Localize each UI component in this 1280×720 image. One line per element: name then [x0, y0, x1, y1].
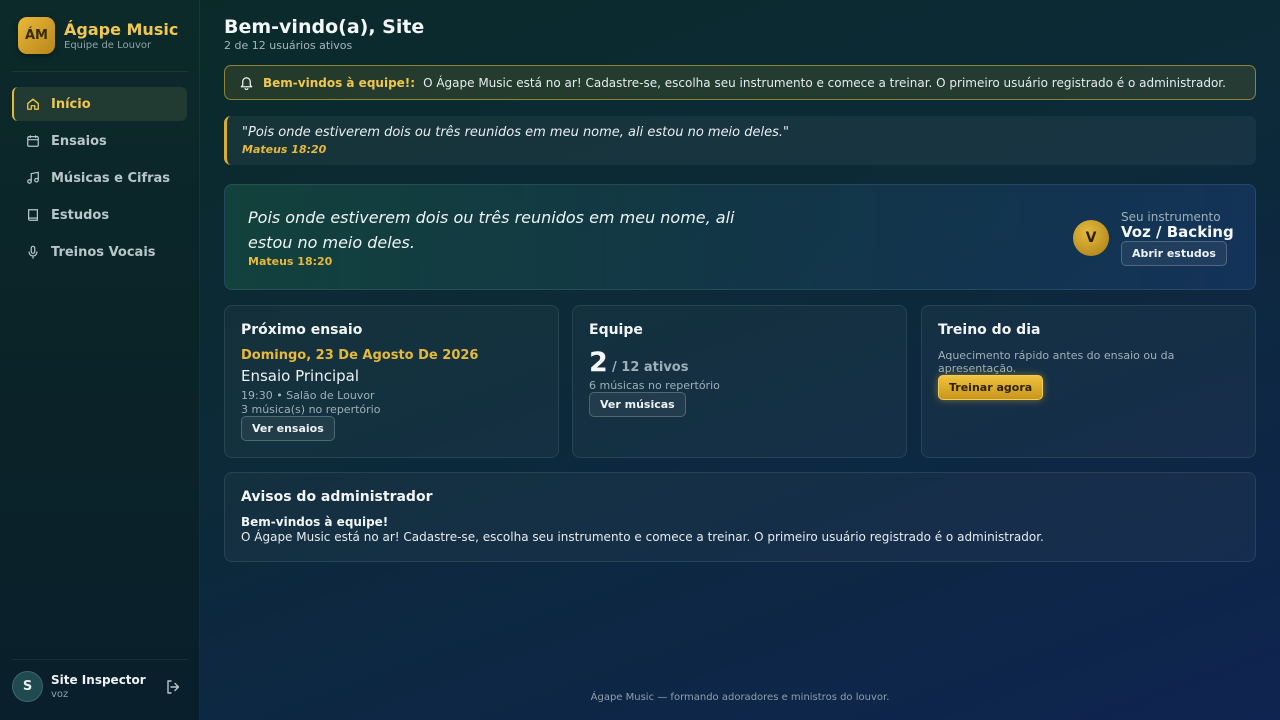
- footer: Ágape Music — formando adoradores e mini…: [590, 692, 890, 703]
- hero-verse-reference: Mateus 18:20: [248, 255, 333, 268]
- sidebar-nav: Início Ensaios Músicas e Cifras Estudos …: [12, 87, 187, 272]
- sidebar-item-label: Músicas e Cifras: [51, 170, 171, 186]
- page-title: Bem-vindo(a), Site: [224, 16, 425, 38]
- page-subtitle: 2 de 12 usuários ativos: [224, 39, 353, 52]
- user-profile: S Site Inspector voz: [12, 671, 188, 702]
- rehearsal-name: Ensaio Principal: [241, 367, 360, 385]
- view-rehearsals-button[interactable]: Ver ensaios: [241, 416, 335, 441]
- card-title: Treino do dia: [938, 322, 1041, 338]
- repertoire-count: 6 músicas no repertório: [589, 379, 720, 392]
- hero-panel: Pois onde estiverem dois ou três reunido…: [224, 184, 1256, 290]
- active-count: 2: [589, 347, 608, 378]
- verse-quote: "Pois onde estiverem dois ou três reunid…: [242, 125, 790, 140]
- sidebar-item-musicas[interactable]: Músicas e Cifras: [12, 161, 187, 195]
- rehearsal-date: Domingo, 23 De Agosto De 2026: [241, 348, 479, 363]
- brand-subtitle: Equipe de Louvor: [64, 39, 152, 51]
- card-title: Próximo ensaio: [241, 322, 363, 338]
- user-info: Site Inspector voz: [51, 672, 146, 702]
- brand[interactable]: ÁM Ágape Music Equipe de Louvor: [18, 17, 178, 54]
- sidebar-divider-top: [12, 71, 188, 72]
- sidebar-item-inicio[interactable]: Início: [12, 87, 187, 121]
- calendar-icon: [27, 135, 39, 147]
- admin-notices: Avisos do administrador Bem-vindos à equ…: [224, 472, 1256, 562]
- announcement-title: Bem-vindos à equipe!:: [263, 75, 416, 90]
- announcement-banner: Bem-vindos à equipe!: O Ágape Music está…: [224, 65, 1256, 100]
- avatar[interactable]: S: [12, 671, 43, 702]
- team-card: Equipe 2 / 12 ativos 6 músicas no repert…: [572, 305, 907, 458]
- logout-icon[interactable]: [165, 679, 181, 695]
- admin-notices-title: Avisos do administrador: [241, 489, 433, 505]
- admin-notice-text: O Ágape Music está no ar! Cadastre-se, e…: [241, 530, 1044, 544]
- training-description: Aquecimento rápido antes do ensaio ou da…: [938, 349, 1175, 375]
- brand-name: Ágape Music: [64, 19, 179, 39]
- microphone-icon: [28, 245, 38, 259]
- daily-training-card: Treino do dia Aquecimento rápido antes d…: [921, 305, 1256, 458]
- open-studies-button[interactable]: Abrir estudos: [1121, 241, 1227, 266]
- active-total: / 12 ativos: [612, 360, 689, 375]
- bell-icon: [240, 77, 253, 90]
- sidebar-item-treinos-vocais[interactable]: Treinos Vocais: [12, 235, 187, 269]
- sidebar-item-label: Treinos Vocais: [51, 244, 156, 260]
- rehearsal-song-count: 3 música(s) no repertório: [241, 403, 381, 416]
- brand-text: Ágape Music Equipe de Louvor: [64, 20, 178, 52]
- sidebar-item-label: Início: [51, 96, 91, 112]
- train-now-button[interactable]: Treinar agora: [938, 375, 1044, 400]
- announcement-text: O Ágape Music está no ar! Cadastre-se, e…: [423, 75, 1226, 90]
- sidebar-item-label: Estudos: [51, 207, 110, 223]
- sidebar-item-estudos[interactable]: Estudos: [12, 198, 187, 232]
- verse-strip: "Pois onde estiverem dois ou três reunid…: [224, 116, 1256, 165]
- brand-logo: ÁM: [18, 17, 55, 54]
- book-icon: [28, 209, 38, 221]
- next-rehearsal-card: Próximo ensaio Domingo, 23 De Agosto De …: [224, 305, 559, 458]
- instrument-badge: V: [1073, 220, 1109, 256]
- rehearsal-time-place: 19:30 • Salão de Louvor: [241, 389, 375, 402]
- sidebar-item-ensaios[interactable]: Ensaios: [12, 124, 187, 158]
- music-note-icon: [27, 171, 39, 184]
- home-icon: [27, 98, 39, 110]
- sidebar: ÁM Ágape Music Equipe de Louvor Início E…: [0, 0, 200, 720]
- instrument-value: Voz / Backing: [1121, 223, 1234, 241]
- verse-reference: Mateus 18:20: [242, 143, 327, 156]
- sidebar-item-label: Ensaios: [51, 133, 107, 149]
- sidebar-divider-bottom: [12, 659, 188, 660]
- user-name: Site Inspector: [51, 672, 146, 687]
- hero-verse: Pois onde estiverem dois ou três reunido…: [248, 208, 735, 252]
- view-songs-button[interactable]: Ver músicas: [589, 392, 686, 417]
- admin-notice-title: Bem-vindos à equipe!: [241, 515, 389, 529]
- card-title: Equipe: [589, 322, 643, 338]
- instrument-label: Seu instrumento: [1121, 210, 1221, 224]
- user-role: voz: [51, 688, 69, 700]
